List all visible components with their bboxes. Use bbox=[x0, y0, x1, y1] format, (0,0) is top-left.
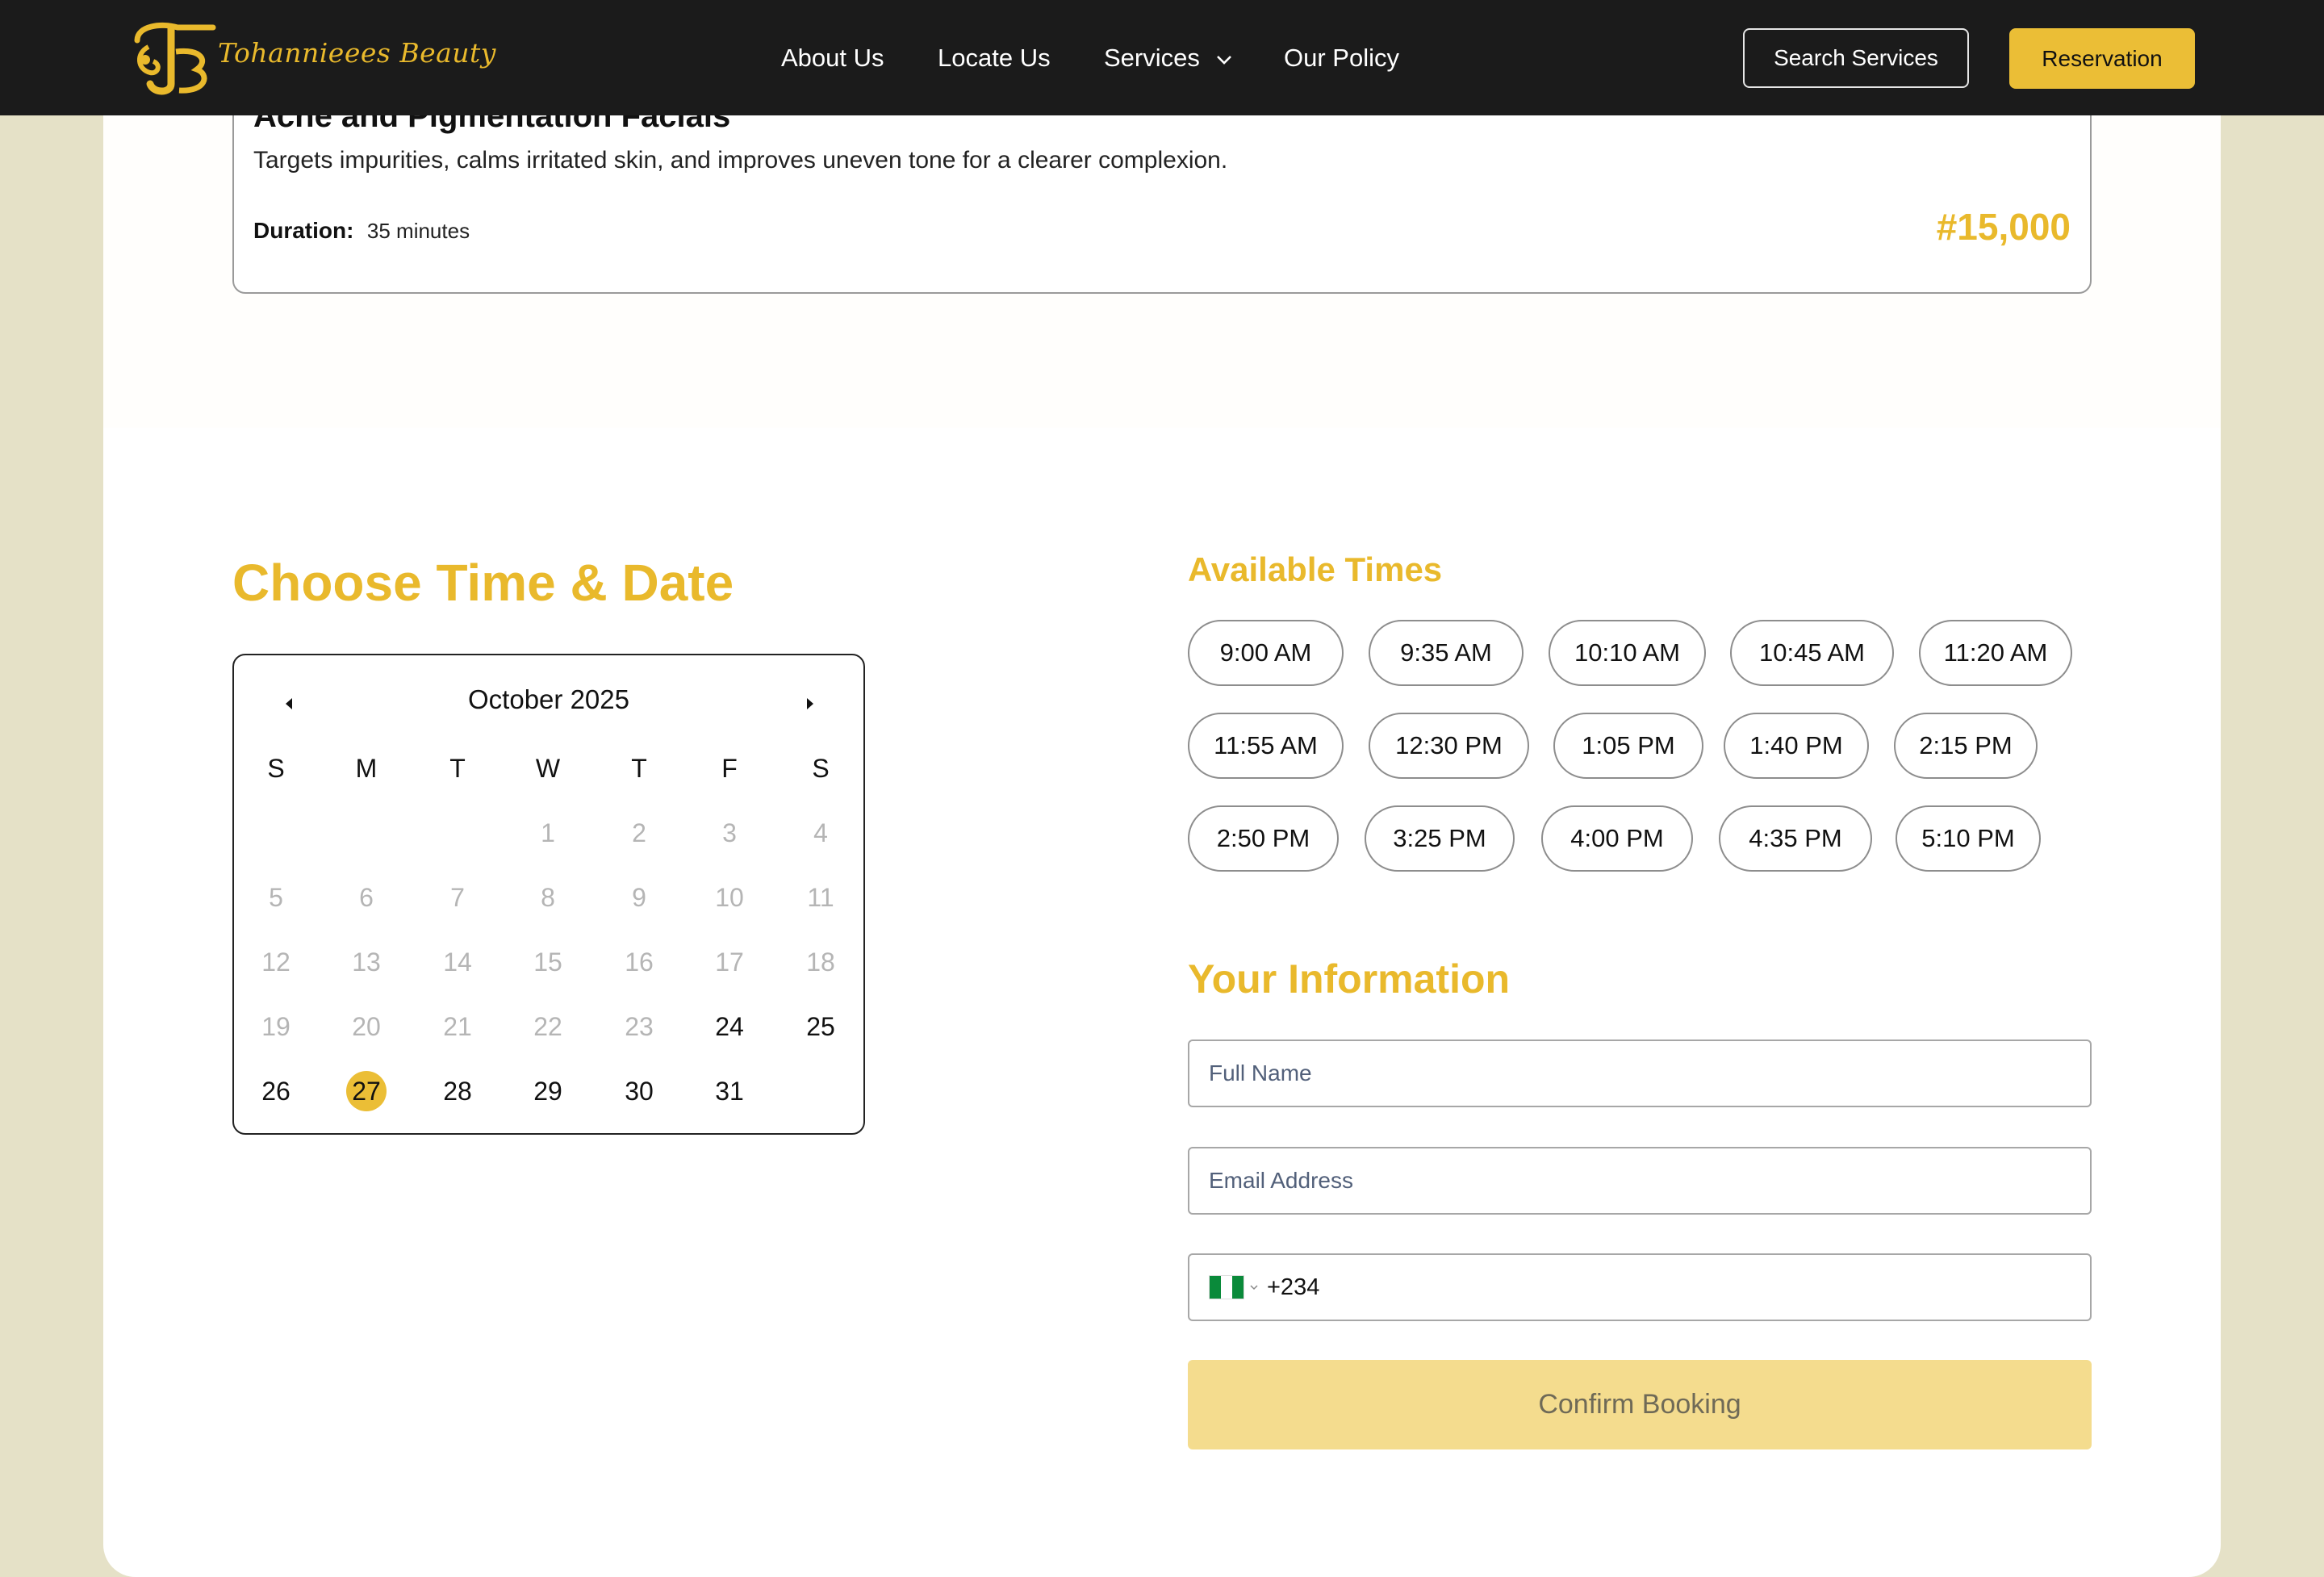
site-header: Tohannieees Beauty About Us Locate Us Se… bbox=[0, 0, 2324, 115]
confirm-booking-button[interactable]: Confirm Booking bbox=[1188, 1360, 2092, 1449]
search-services-button[interactable]: Search Services bbox=[1743, 28, 1969, 88]
calendar-day[interactable]: 29 bbox=[524, 1071, 572, 1111]
nav-about-us[interactable]: About Us bbox=[781, 40, 884, 76]
duration-label: Duration: bbox=[253, 218, 354, 243]
service-duration: Duration: 35 minutes bbox=[253, 218, 470, 244]
calendar-day: 2 bbox=[632, 818, 646, 847]
calendar-day: 8 bbox=[541, 882, 555, 912]
time-slot-button[interactable]: 4:35 PM bbox=[1719, 805, 1872, 872]
calendar-weekday-header: T bbox=[631, 753, 647, 783]
full-name-field[interactable]: Full Name bbox=[1188, 1039, 2092, 1107]
calendar-day: 5 bbox=[269, 882, 283, 912]
calendar-day[interactable]: 25 bbox=[796, 1006, 845, 1047]
calendar-day[interactable]: 30 bbox=[615, 1071, 663, 1111]
calendar-weekday-header: W bbox=[535, 753, 561, 783]
time-slot-button[interactable]: 4:00 PM bbox=[1541, 805, 1693, 872]
your-information-title: Your Information bbox=[1188, 956, 1511, 1002]
calendar-day: 20 bbox=[352, 1011, 381, 1041]
calendar-day: 1 bbox=[541, 818, 555, 847]
calendar-day: 7 bbox=[450, 882, 465, 912]
nav-our-policy[interactable]: Our Policy bbox=[1284, 40, 1399, 76]
time-slot-button[interactable]: 2:50 PM bbox=[1188, 805, 1339, 872]
choose-date-title: Choose Time & Date bbox=[232, 554, 734, 612]
calendar-day: 18 bbox=[806, 947, 835, 977]
time-slot-button[interactable]: 10:10 AM bbox=[1549, 620, 1706, 686]
nav-services-label: Services bbox=[1104, 44, 1200, 72]
reservation-button[interactable]: Reservation bbox=[2009, 28, 2195, 89]
calendar-weekday-header: M bbox=[355, 753, 378, 783]
calendar-day: 15 bbox=[533, 947, 562, 977]
time-slot-button[interactable]: 1:40 PM bbox=[1724, 713, 1869, 779]
nigeria-flag-icon[interactable] bbox=[1209, 1275, 1244, 1299]
calendar-day: 11 bbox=[807, 882, 834, 912]
calendar-grid: S M T W T F S 1 2 3 4 5 6 7 8 9 10 11 12 13 14 15 16 17 18 19 20 21… bbox=[234, 655, 863, 1133]
time-slot-button[interactable]: 5:10 PM bbox=[1896, 805, 2041, 872]
calendar-day: 14 bbox=[443, 947, 472, 977]
time-slot-button[interactable]: 2:15 PM bbox=[1894, 713, 2038, 779]
calendar-day: 6 bbox=[359, 882, 374, 912]
nav-locate-us[interactable]: Locate Us bbox=[938, 40, 1051, 76]
calendar-day[interactable]: 28 bbox=[433, 1071, 482, 1111]
calendar-day: 19 bbox=[261, 1011, 290, 1041]
calendar-weekday-header: S bbox=[812, 753, 830, 783]
available-times-title: Available Times bbox=[1188, 550, 1443, 588]
calendar-day: 22 bbox=[533, 1011, 562, 1041]
calendar-day: 16 bbox=[625, 947, 654, 977]
time-slot-button[interactable]: 12:30 PM bbox=[1369, 713, 1529, 779]
calendar-day: 23 bbox=[625, 1011, 654, 1041]
duration-value: 35 minutes bbox=[366, 219, 470, 243]
brand-logo[interactable]: Tohannieees Beauty bbox=[129, 16, 495, 97]
calendar-day: 10 bbox=[715, 882, 744, 912]
time-slot-button[interactable]: 10:45 AM bbox=[1730, 620, 1894, 686]
time-slot-button[interactable]: 9:00 AM bbox=[1188, 620, 1344, 686]
chevron-down-icon[interactable] bbox=[1249, 1282, 1259, 1292]
logo-monogram-icon bbox=[134, 22, 216, 95]
calendar-day[interactable]: 31 bbox=[705, 1071, 754, 1111]
time-slot-button[interactable]: 1:05 PM bbox=[1553, 713, 1703, 779]
calendar-day: 4 bbox=[813, 818, 828, 847]
calendar-day: 12 bbox=[261, 947, 290, 977]
calendar-day: 13 bbox=[352, 947, 381, 977]
full-name-placeholder: Full Name bbox=[1209, 1060, 1312, 1085]
service-description: Targets impurities, calms irritated skin… bbox=[253, 147, 1228, 174]
calendar-day[interactable]: 26 bbox=[252, 1071, 300, 1111]
calendar-day-selected[interactable]: 27 bbox=[342, 1071, 391, 1111]
time-slot-button[interactable]: 9:35 AM bbox=[1369, 620, 1524, 686]
brand-name: Tohannieees Beauty bbox=[218, 37, 496, 69]
calendar-day[interactable]: 24 bbox=[705, 1006, 754, 1047]
calendar-weekday-header: F bbox=[721, 753, 738, 783]
email-placeholder: Email Address bbox=[1209, 1168, 1353, 1193]
time-slot-button[interactable]: 3:25 PM bbox=[1365, 805, 1515, 872]
chevron-down-icon bbox=[1216, 55, 1231, 65]
calendar-day: 21 bbox=[443, 1011, 472, 1041]
calendar-day: 9 bbox=[632, 882, 646, 912]
phone-country-code: +234 bbox=[1267, 1274, 1320, 1300]
phone-field[interactable]: +234 bbox=[1188, 1253, 2092, 1321]
calendar-weekday-header: S bbox=[267, 753, 285, 783]
time-slot-button[interactable]: 11:55 AM bbox=[1188, 713, 1344, 779]
nav-services[interactable]: Services bbox=[1104, 40, 1233, 76]
service-price: #15,000 bbox=[1936, 206, 2071, 248]
calendar: October 2025 S M T W T F S 1 2 3 4 5 6 7 8 9 10 11 12 13 14 1… bbox=[232, 654, 865, 1135]
email-field[interactable]: Email Address bbox=[1188, 1147, 2092, 1215]
calendar-day: 3 bbox=[722, 818, 737, 847]
calendar-weekday-header: T bbox=[449, 753, 466, 783]
time-slot-button[interactable]: 11:20 AM bbox=[1919, 620, 2072, 686]
calendar-day: 17 bbox=[715, 947, 744, 977]
